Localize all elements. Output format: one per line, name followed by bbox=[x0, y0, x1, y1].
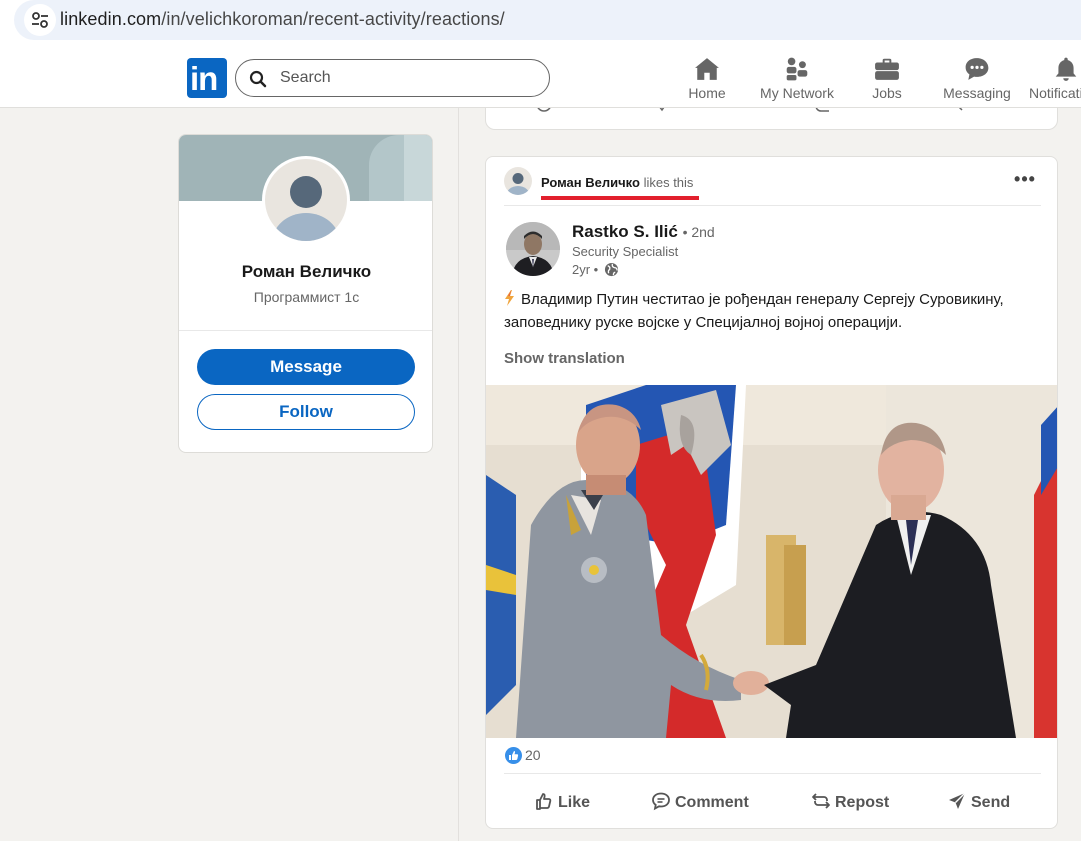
reaction-count: 20 bbox=[525, 747, 541, 763]
previous-post-card bbox=[485, 108, 1058, 130]
nav-jobs[interactable]: Jobs bbox=[866, 56, 908, 104]
network-icon bbox=[786, 57, 808, 81]
red-highlight-underline bbox=[541, 196, 699, 200]
activity-actor-name[interactable]: Роман Величко bbox=[541, 175, 640, 190]
repost-icon bbox=[812, 793, 830, 809]
post-image[interactable] bbox=[486, 385, 1057, 738]
nav-my-network-label: My Network bbox=[760, 85, 834, 101]
profile-card: Роман Величко Программист 1с Message Fol… bbox=[178, 134, 433, 453]
browser-url-bar: linkedin.com/in/velichkoroman/recent-act… bbox=[0, 0, 1081, 48]
repost-label: Repost bbox=[835, 794, 890, 811]
author-avatar[interactable] bbox=[506, 222, 560, 276]
post-time: 2yr • bbox=[572, 262, 599, 277]
comment-icon bbox=[652, 792, 670, 811]
linkedin-header: in Home My Network Jobs bbox=[0, 48, 1081, 108]
send-label: Send bbox=[971, 794, 1011, 811]
activity-post-card: Роман Величко likes this ••• Rastko S. I… bbox=[485, 156, 1058, 829]
activity-header: Роман Величко likes this bbox=[541, 175, 693, 190]
logo-text: in bbox=[190, 60, 218, 97]
nav-messaging[interactable]: Messaging bbox=[942, 56, 1012, 104]
repost-button[interactable]: Repost bbox=[811, 791, 889, 815]
author-name[interactable]: Rastko S. Ilić • 2nd bbox=[572, 222, 715, 242]
url-path: /in/velichkoroman/recent-activity/reacti… bbox=[161, 9, 505, 29]
message-button[interactable]: Message bbox=[197, 349, 415, 385]
nav-notifications-label: Notificati bbox=[1029, 85, 1081, 101]
nav-jobs-label: Jobs bbox=[872, 85, 902, 101]
home-icon bbox=[695, 58, 719, 80]
previous-post-actions-icon bbox=[537, 108, 963, 112]
show-translation-link[interactable]: Show translation bbox=[504, 350, 625, 367]
send-icon bbox=[949, 792, 966, 809]
nav-home-label: Home bbox=[688, 85, 726, 101]
more-options-icon[interactable]: ••• bbox=[1012, 169, 1038, 191]
briefcase-icon bbox=[875, 58, 899, 80]
profile-avatar[interactable] bbox=[262, 156, 350, 244]
activity-verb: likes this bbox=[643, 175, 694, 190]
connection-degree: • 2nd bbox=[682, 224, 715, 240]
comment-button[interactable]: Comment bbox=[651, 791, 749, 815]
thumbs-up-icon bbox=[536, 793, 552, 810]
search-box[interactable] bbox=[235, 59, 550, 97]
reactions-summary[interactable]: 20 bbox=[505, 747, 541, 764]
nav-my-network[interactable]: My Network bbox=[758, 56, 836, 104]
nav-notifications[interactable]: Notificati bbox=[1029, 56, 1081, 104]
author-headline: Security Specialist bbox=[572, 244, 679, 259]
site-settings-icon[interactable] bbox=[24, 4, 56, 36]
send-button[interactable]: Send bbox=[947, 791, 1010, 815]
linkedin-logo[interactable]: in bbox=[187, 58, 227, 98]
default-avatar-icon bbox=[265, 159, 347, 241]
like-label: Like bbox=[558, 794, 591, 811]
post-photo-handshake bbox=[486, 385, 1057, 738]
url-text[interactable]: linkedin.com/in/velichkoroman/recent-act… bbox=[60, 9, 505, 30]
actor-avatar[interactable] bbox=[504, 167, 532, 195]
post-body: Владимир Путин честитао је рођендан гене… bbox=[504, 288, 1049, 334]
profile-headline: Программист 1с bbox=[253, 289, 360, 305]
globe-icon bbox=[604, 262, 618, 277]
chat-icon bbox=[965, 58, 989, 80]
author-photo bbox=[506, 222, 560, 276]
search-icon bbox=[249, 70, 267, 88]
search-input[interactable] bbox=[280, 68, 530, 88]
header-divider bbox=[504, 205, 1041, 206]
actor-avatar-icon bbox=[504, 167, 532, 195]
nav-messaging-label: Messaging bbox=[943, 85, 1011, 101]
like-reaction-icon bbox=[505, 747, 522, 764]
profile-divider bbox=[179, 330, 432, 331]
follow-button[interactable]: Follow bbox=[197, 394, 415, 430]
actions-divider bbox=[504, 773, 1041, 774]
like-button[interactable]: Like bbox=[534, 791, 590, 815]
bell-icon bbox=[1055, 57, 1077, 81]
comment-label: Comment bbox=[675, 794, 749, 811]
nav-home[interactable]: Home bbox=[684, 56, 730, 104]
url-host: linkedin.com bbox=[60, 9, 162, 29]
lightning-icon bbox=[505, 290, 514, 306]
column-divider bbox=[458, 108, 459, 841]
author-name-text: Rastko S. Ilić bbox=[572, 222, 678, 241]
post-meta: 2yr • bbox=[572, 262, 619, 277]
profile-name[interactable]: Роман Величко bbox=[179, 262, 432, 282]
post-text: Владимир Путин честитао је рођендан гене… bbox=[504, 291, 1004, 331]
address-field[interactable]: linkedin.com/in/velichkoroman/recent-act… bbox=[14, 0, 1081, 40]
